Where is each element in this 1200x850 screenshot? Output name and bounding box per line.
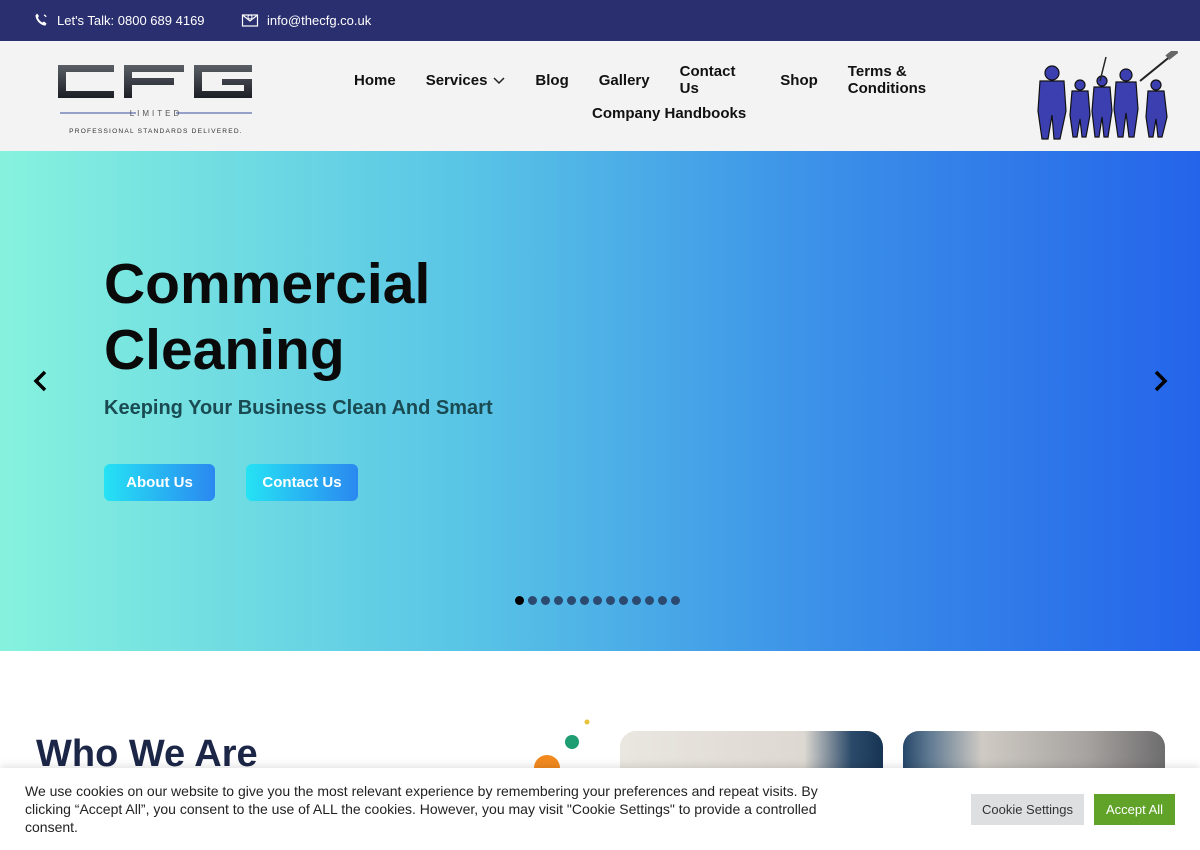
logo-tagline: PROFESSIONAL STANDARDS DELIVERED. bbox=[69, 128, 243, 135]
slider-next-arrow[interactable] bbox=[1148, 369, 1172, 393]
slider-dot[interactable] bbox=[528, 596, 537, 605]
hero-slider: Commercial Cleaning Keeping Your Busines… bbox=[0, 151, 1200, 651]
about-us-button[interactable]: About Us bbox=[104, 464, 215, 501]
accept-all-button[interactable]: Accept All bbox=[1094, 794, 1175, 825]
phone-text: Let's Talk: 0800 689 4169 bbox=[57, 12, 205, 28]
phone-contact[interactable]: Let's Talk: 0800 689 4169 bbox=[33, 12, 205, 28]
hero-subtitle: Keeping Your Business Clean And Smart bbox=[104, 397, 493, 419]
site-header: LIMITED PROFESSIONAL STANDARDS DELIVERED… bbox=[0, 41, 1200, 151]
email-icon bbox=[241, 12, 259, 28]
contact-us-button[interactable]: Contact Us bbox=[246, 464, 358, 501]
slider-dot[interactable] bbox=[515, 596, 524, 605]
nav-company-handbooks[interactable]: Company Handbooks bbox=[592, 105, 746, 122]
phone-icon bbox=[33, 12, 49, 28]
nav-shop[interactable]: Shop bbox=[780, 72, 818, 89]
slider-dot[interactable] bbox=[606, 596, 615, 605]
slider-pagination bbox=[515, 596, 680, 605]
email-text: info@thecfg.co.uk bbox=[267, 12, 372, 28]
nav-services[interactable]: Services bbox=[426, 72, 506, 89]
superhero-team-illustration bbox=[1030, 47, 1179, 141]
nav-terms-label: Terms & Conditions bbox=[847, 63, 927, 97]
cookie-consent-banner: We use cookies on our website to give yo… bbox=[0, 768, 1200, 850]
cookie-message: We use cookies on our website to give yo… bbox=[25, 783, 818, 835]
slider-dot[interactable] bbox=[567, 596, 576, 605]
nav-shop-label: Shop bbox=[780, 71, 818, 89]
nav-gallery[interactable]: Gallery bbox=[599, 72, 650, 89]
top-contact-bar: Let's Talk: 0800 689 4169 info@thecfg.co… bbox=[0, 0, 1200, 41]
nav-gallery-label: Gallery bbox=[598, 71, 650, 89]
nav-home[interactable]: Home bbox=[354, 72, 396, 89]
hero-title: Commercial Cleaning bbox=[104, 252, 431, 382]
slider-prev-arrow[interactable] bbox=[29, 369, 53, 393]
slider-dot[interactable] bbox=[593, 596, 602, 605]
nav-blog[interactable]: Blog bbox=[535, 72, 568, 89]
nav-blog-label: Blog bbox=[535, 71, 569, 89]
slider-dot[interactable] bbox=[658, 596, 667, 605]
nav-contact-label: Contact Us bbox=[679, 63, 736, 97]
main-navigation: Home Services Blog Gallery Contact Us Sh… bbox=[340, 63, 990, 122]
slider-dot[interactable] bbox=[632, 596, 641, 605]
cookie-settings-button[interactable]: Cookie Settings bbox=[971, 794, 1084, 825]
nav-contact-us[interactable]: Contact Us bbox=[680, 63, 751, 97]
nav-handbooks-label: Company Handbooks bbox=[592, 105, 747, 122]
email-contact[interactable]: info@thecfg.co.uk bbox=[241, 12, 371, 28]
slider-dot[interactable] bbox=[619, 596, 628, 605]
nav-services-label: Services bbox=[425, 71, 488, 89]
chevron-down-icon bbox=[493, 72, 505, 89]
slider-dot[interactable] bbox=[541, 596, 550, 605]
chevron-right-icon bbox=[1154, 370, 1168, 392]
slider-dot[interactable] bbox=[671, 596, 680, 605]
slider-dot[interactable] bbox=[554, 596, 563, 605]
slider-dot[interactable] bbox=[580, 596, 589, 605]
chevron-left-icon bbox=[33, 370, 47, 392]
nav-home-label: Home bbox=[354, 71, 396, 89]
nav-terms[interactable]: Terms & Conditions bbox=[848, 63, 974, 97]
company-logo[interactable]: LIMITED PROFESSIONAL STANDARDS DELIVERED… bbox=[56, 59, 256, 139]
slider-dot[interactable] bbox=[645, 596, 654, 605]
logo-sub: LIMITED bbox=[130, 109, 183, 118]
